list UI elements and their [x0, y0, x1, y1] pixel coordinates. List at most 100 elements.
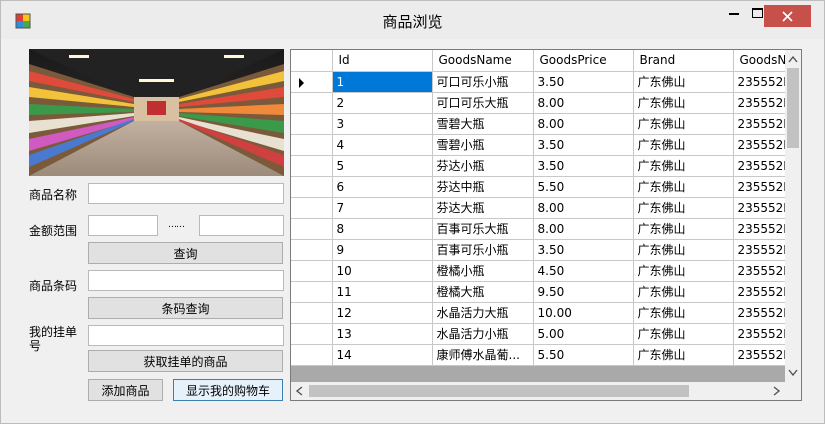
cell-goods-price[interactable]: 3.50	[533, 71, 634, 93]
cell-goods-number[interactable]: 235552EF	[733, 344, 785, 366]
table-row[interactable]: 2可口可乐大瓶8.00广东佛山235552EF	[291, 92, 785, 114]
row-header[interactable]	[291, 176, 333, 198]
cell-goods-price[interactable]: 8.00	[533, 113, 634, 135]
cell-goods-number[interactable]: 235552EF	[733, 71, 785, 93]
cell-goods-name[interactable]: 橙橘大瓶	[432, 281, 534, 303]
title-bar[interactable]: 商品浏览	[1, 1, 824, 39]
cell-brand[interactable]: 广东佛山	[633, 176, 734, 198]
cell-goods-name[interactable]: 芬达大瓶	[432, 197, 534, 219]
cell-goods-number[interactable]: 235552EF	[733, 113, 785, 135]
cell-goods-name[interactable]: 百事可乐小瓶	[432, 239, 534, 261]
cell-goods-price[interactable]: 5.00	[533, 323, 634, 345]
table-row[interactable]: 6芬达中瓶5.50广东佛山235552EF	[291, 176, 785, 198]
row-header[interactable]	[291, 344, 333, 366]
cell-id[interactable]: 7	[332, 197, 433, 219]
cell-id[interactable]: 8	[332, 218, 433, 240]
cell-brand[interactable]: 广东佛山	[633, 260, 734, 282]
hold-number-input[interactable]	[88, 325, 284, 346]
cell-brand[interactable]: 广东佛山	[633, 281, 734, 303]
row-header[interactable]	[291, 302, 333, 324]
cell-goods-name[interactable]: 可口可乐大瓶	[432, 92, 534, 114]
cell-goods-number[interactable]: 235552EF	[733, 92, 785, 114]
cell-goods-price[interactable]: 5.50	[533, 344, 634, 366]
cell-brand[interactable]: 广东佛山	[633, 197, 734, 219]
add-product-button[interactable]: 添加商品	[88, 379, 163, 401]
cell-goods-price[interactable]: 4.50	[533, 260, 634, 282]
cell-id[interactable]: 11	[332, 281, 433, 303]
row-header[interactable]	[291, 71, 333, 93]
cell-goods-name[interactable]: 雪碧大瓶	[432, 113, 534, 135]
cell-goods-name[interactable]: 水晶活力大瓶	[432, 302, 534, 324]
horizontal-scrollbar[interactable]	[291, 382, 785, 400]
table-row[interactable]: 9百事可乐小瓶3.50广东佛山235552EF	[291, 239, 785, 261]
cell-brand[interactable]: 广东佛山	[633, 239, 734, 261]
cell-goods-number[interactable]: 235552EF	[733, 260, 785, 282]
cell-brand[interactable]: 广东佛山	[633, 323, 734, 345]
table-row[interactable]: 3雪碧大瓶8.00广东佛山235552EF	[291, 113, 785, 135]
row-header[interactable]	[291, 323, 333, 345]
show-cart-button[interactable]: 显示我的购物车	[173, 379, 283, 401]
price-min-input[interactable]	[88, 215, 158, 236]
close-button[interactable]	[764, 5, 811, 27]
table-row[interactable]: 14康师傅水晶葡...5.50广东佛山235552EF	[291, 344, 785, 366]
cell-id[interactable]: 9	[332, 239, 433, 261]
table-row[interactable]: 4雪碧小瓶3.50广东佛山235552EF	[291, 134, 785, 156]
cell-goods-number[interactable]: 235552EF	[733, 281, 785, 303]
row-header[interactable]	[291, 197, 333, 219]
cell-goods-name[interactable]: 康师傅水晶葡...	[432, 344, 534, 366]
cell-brand[interactable]: 广东佛山	[633, 92, 734, 114]
cell-goods-name[interactable]: 水晶活力小瓶	[432, 323, 534, 345]
table-row[interactable]: 8百事可乐大瓶8.00广东佛山235552EF	[291, 218, 785, 240]
cell-goods-number[interactable]: 235552EF	[733, 134, 785, 156]
cell-goods-price[interactable]: 8.00	[533, 92, 634, 114]
cell-goods-number[interactable]: 235552EF	[733, 239, 785, 261]
cell-id[interactable]: 14	[332, 344, 433, 366]
row-header[interactable]	[291, 155, 333, 177]
cell-goods-price[interactable]: 8.00	[533, 197, 634, 219]
table-row[interactable]: 5芬达小瓶3.50广东佛山235552EF	[291, 155, 785, 177]
cell-brand[interactable]: 广东佛山	[633, 344, 734, 366]
cell-id[interactable]: 1	[332, 71, 433, 93]
row-header[interactable]	[291, 281, 333, 303]
table-row[interactable]: 12水晶活力大瓶10.00广东佛山235552EF	[291, 302, 785, 324]
cell-goods-price[interactable]: 9.50	[533, 281, 634, 303]
cell-goods-price[interactable]: 5.50	[533, 176, 634, 198]
column-header-goods-name[interactable]: GoodsName	[432, 50, 534, 72]
cell-brand[interactable]: 广东佛山	[633, 218, 734, 240]
row-header[interactable]	[291, 260, 333, 282]
cell-id[interactable]: 13	[332, 323, 433, 345]
table-row[interactable]: 7芬达大瓶8.00广东佛山235552EF	[291, 197, 785, 219]
cell-goods-number[interactable]: 235552EF	[733, 323, 785, 345]
cell-brand[interactable]: 广东佛山	[633, 155, 734, 177]
cell-brand[interactable]: 广东佛山	[633, 302, 734, 324]
cell-goods-number[interactable]: 235552EF	[733, 155, 785, 177]
row-header[interactable]	[291, 113, 333, 135]
cell-brand[interactable]: 广东佛山	[633, 134, 734, 156]
table-row[interactable]: 13水晶活力小瓶5.00广东佛山235552EF	[291, 323, 785, 345]
cell-goods-name[interactable]: 芬达中瓶	[432, 176, 534, 198]
cell-goods-number[interactable]: 235552EF	[733, 302, 785, 324]
goods-data-grid[interactable]: Id GoodsName GoodsPrice Brand GoodsNu 1可…	[290, 49, 802, 401]
barcode-input[interactable]	[88, 270, 284, 291]
cell-id[interactable]: 10	[332, 260, 433, 282]
barcode-query-button[interactable]: 条码查询	[88, 297, 283, 319]
cell-goods-price[interactable]: 8.00	[533, 218, 634, 240]
row-header[interactable]	[291, 92, 333, 114]
cell-brand[interactable]: 广东佛山	[633, 113, 734, 135]
cell-goods-name[interactable]: 百事可乐大瓶	[432, 218, 534, 240]
cell-goods-price[interactable]: 3.50	[533, 239, 634, 261]
column-header-goods-price[interactable]: GoodsPrice	[533, 50, 634, 72]
row-header[interactable]	[291, 134, 333, 156]
cell-id[interactable]: 3	[332, 113, 433, 135]
cell-goods-price[interactable]: 3.50	[533, 134, 634, 156]
cell-goods-number[interactable]: 235552EF	[733, 176, 785, 198]
column-header-brand[interactable]: Brand	[633, 50, 734, 72]
cell-id[interactable]: 4	[332, 134, 433, 156]
cell-goods-price[interactable]: 10.00	[533, 302, 634, 324]
get-held-products-button[interactable]: 获取挂单的商品	[88, 350, 283, 372]
table-row[interactable]: 10橙橘小瓶4.50广东佛山235552EF	[291, 260, 785, 282]
cell-goods-number[interactable]: 235552EF	[733, 197, 785, 219]
table-row[interactable]: 1可口可乐小瓶3.50广东佛山235552EF	[291, 71, 785, 93]
table-row[interactable]: 11橙橘大瓶9.50广东佛山235552EF	[291, 281, 785, 303]
row-header[interactable]	[291, 239, 333, 261]
